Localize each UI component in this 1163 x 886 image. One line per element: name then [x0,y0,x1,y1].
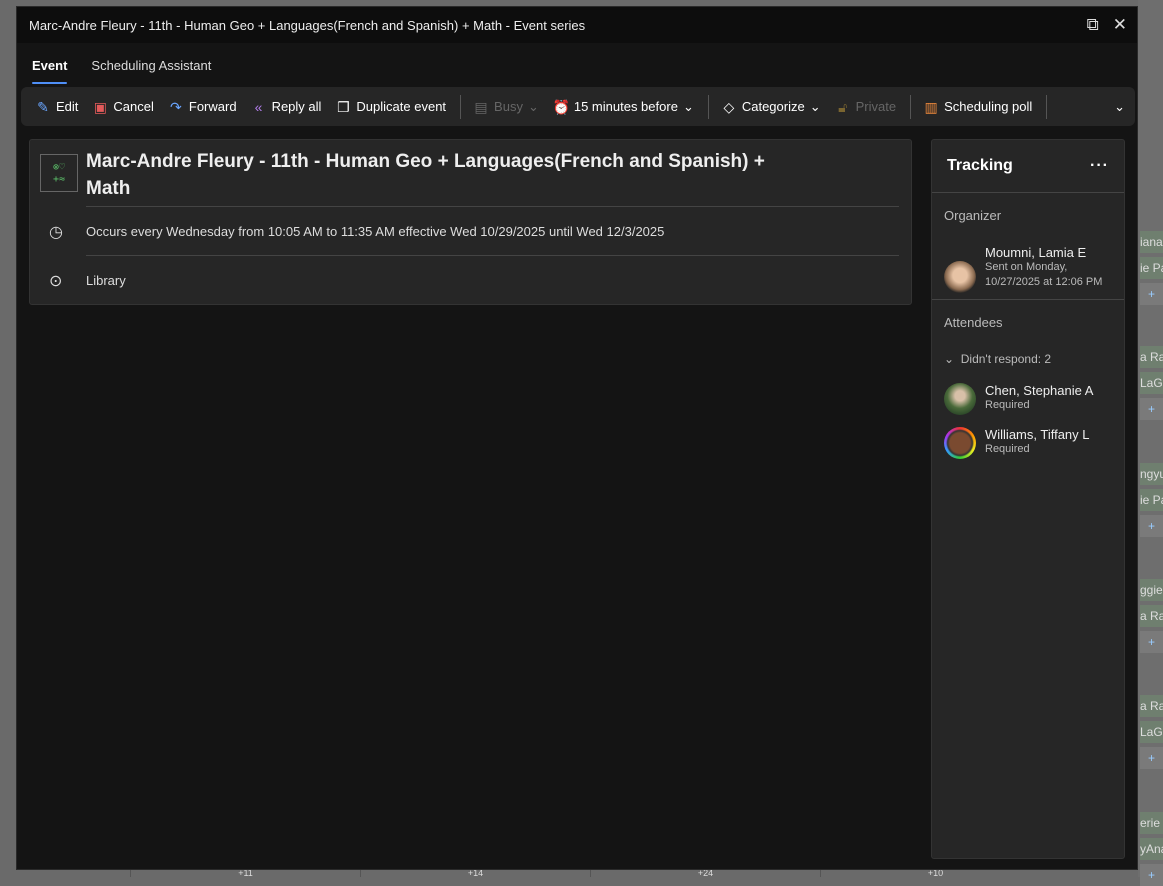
bg-more-count: +24 [590,869,820,878]
bg-more-count: +10 [820,869,1050,878]
bg-more-chip: + [1140,631,1163,653]
pop-out-icon[interactable]: ⧉ [1087,15,1099,35]
bg-event-chip: ie Pa [1140,489,1163,511]
bg-event-chip: a Ra [1140,346,1163,368]
attendee[interactable]: Chen, Stephanie A Required [932,383,1124,415]
scheduling-poll-button[interactable]: ▥ Scheduling poll [923,99,1032,115]
location-pin-icon: ⊙ [49,272,63,290]
calendar-category-icon: ⊗♡ +≈ [40,154,78,192]
bg-more-chip: + [1140,398,1163,420]
window-title: Marc-Andre Fleury - 11th - Human Geo + L… [29,17,586,33]
toolbar: ✎ Edit ▣ Cancel ↷ Forward «Reply all ❐ Dupli… [21,87,1135,126]
cancel-button[interactable]: ▣ Cancel [92,98,154,115]
tracking-title: Tracking [947,157,1013,174]
more-icon[interactable]: ··· [1090,157,1109,175]
chevron-down-icon: ⌄ [527,98,539,114]
bg-event-chip: iana [1140,231,1163,253]
bg-more-count: +14 [360,869,590,878]
divider [1046,94,1048,119]
close-icon[interactable]: ✕ [1113,15,1127,35]
private-button[interactable]: 🔓︎ Private [835,99,896,115]
bg-more-count: +11 [130,869,360,878]
more-options-chevron-icon[interactable]: ⌄ [1114,99,1125,115]
tag-icon: ◇ [723,98,735,115]
duplicate-event-button[interactable]: ❐ Duplicate event [335,99,446,115]
organizer-label: Organizer [944,208,1002,223]
bg-more-chip: + [1140,747,1163,769]
event-dialog: Marc-Andre Fleury - 11th - Human Geo + L… [16,6,1138,870]
bg-more-chip: + [1140,864,1163,886]
pencil-icon: ✎ [37,98,49,115]
bg-event-chip: ggie [1140,579,1163,601]
bg-more-chip: + [1140,283,1163,305]
divider [910,94,912,119]
forward-icon: ↷ [170,98,182,115]
location-row: ⊙ Library [49,255,899,305]
background-calendar [1138,0,1163,877]
reply-all-button[interactable]: «Reply all [251,99,322,115]
event-title: Marc-Andre Fleury - 11th - Human Geo + L… [86,151,765,199]
bg-event-chip: yAna [1140,838,1163,860]
avatar [944,261,976,293]
chevron-down-icon: ⌄ [682,98,694,114]
bg-event-chip: LaGr [1140,721,1163,743]
attendees-label: Attendees [944,315,1003,330]
divider [707,94,709,119]
organizer[interactable]: Moumni, Lamia E Sent on Monday, 10/27/202… [932,223,1124,300]
recurrence-row: ◷ Occurs every Wednesday from 10:05 AM to… [49,206,899,256]
avatar [944,383,976,415]
forward-button[interactable]: ↷ Forward [168,99,237,115]
reminder-dropdown[interactable]: ⏰ 15 minutes before ⌄ [553,99,694,115]
poll-icon: ▥ [924,98,938,115]
categorize-dropdown[interactable]: ◇ Categorize ⌄ [721,98,821,115]
bg-more-chip: + [1140,515,1163,537]
attendee[interactable]: Williams, Tiffany L Required [932,427,1124,459]
lock-open-icon: 🔓︎ [838,98,848,115]
reply-all-icon: « [254,98,263,115]
tab-scheduling-assistant[interactable]: Scheduling Assistant [91,58,211,84]
bg-event-chip: ie Pa [1140,257,1163,279]
bg-event-chip: ngyu [1140,463,1163,485]
title-bar: Marc-Andre Fleury - 11th - Human Geo + L… [17,7,1137,43]
event-details-card: ⊗♡ +≈ Marc-Andre Fleury - 11th - Human Ge… [29,139,912,305]
clock-icon: ◷ [49,223,63,241]
bg-event-chip: erie Y [1140,812,1163,834]
divider [460,94,462,119]
tracking-panel: Tracking ··· Organizer Moumni, Lamia E Sen… [931,139,1125,859]
tab-event[interactable]: Event [32,58,68,84]
duplicate-icon: ❐ [337,98,350,115]
busy-dropdown[interactable]: ▤ Busy ⌄ [473,98,539,115]
chevron-down-icon: ⌄ [944,352,955,366]
didnt-respond-group[interactable]: ⌄ Didn't respond: 2 [932,330,1124,383]
bg-event-chip: a Ra [1140,695,1163,717]
edit-button[interactable]: ✎ Edit [35,99,78,115]
avatar [944,427,976,459]
bg-event-chip: LaGr [1140,372,1163,394]
tab-bar: Event Scheduling Assistant [17,43,1137,88]
chevron-down-icon: ⌄ [809,98,821,114]
calendar-cancel-icon: ▣ [93,98,108,115]
status-icon: ▤ [474,98,488,115]
bg-event-chip: a Ra [1140,605,1163,627]
alarm-icon: ⏰ [552,98,571,115]
